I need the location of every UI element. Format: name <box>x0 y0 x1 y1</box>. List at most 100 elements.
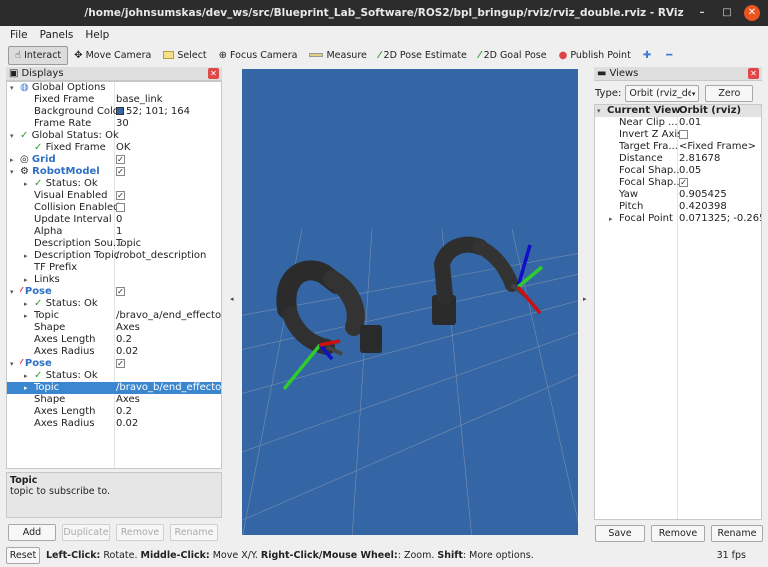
views-row-yaw[interactable]: Yaw 0.905425 <box>595 189 761 201</box>
pose-b-shape-value[interactable]: Axes <box>116 394 221 406</box>
tree-row-grid[interactable]: ▸ ◎ Grid ✓ <box>7 154 221 166</box>
pose-b-axes-radius-value[interactable]: 0.02 <box>116 418 221 430</box>
expand-arrow-icon[interactable]: ▸ <box>10 154 14 166</box>
description-source-value[interactable]: Topic <box>116 238 221 250</box>
frame-rate-value[interactable]: 30 <box>116 118 221 130</box>
pitch-value[interactable]: 0.420398 <box>679 201 761 213</box>
collapse-arrow-icon[interactable]: ▾ <box>10 358 14 370</box>
views-row-pitch[interactable]: Pitch 0.420398 <box>595 201 761 213</box>
collapse-arrow-icon[interactable]: ▾ <box>10 82 14 94</box>
pose-b-axes-length-value[interactable]: 0.2 <box>116 406 221 418</box>
tree-row-pose-a-shape[interactable]: Shape Axes <box>7 322 221 334</box>
views-row-focal-shape-fixed[interactable]: Focal Shap... ✓ <box>595 177 761 189</box>
target-frame-value[interactable]: <Fixed Frame> <box>679 141 761 153</box>
tree-row-pose-b-shape[interactable]: Shape Axes <box>7 394 221 406</box>
expand-arrow-icon[interactable]: ▸ <box>24 310 28 322</box>
tree-row-pose-a-topic[interactable]: ▸ Topic/bravo_a/end_effecto... <box>7 310 221 322</box>
expand-arrow-icon[interactable]: ▸ <box>24 250 28 262</box>
collapse-arrow-icon[interactable]: ▾ <box>10 166 14 178</box>
pose-a-checkbox[interactable]: ✓ <box>116 286 125 296</box>
tree-row-pose-a[interactable]: ▾ ⁄ Pose ✓ <box>7 286 221 298</box>
remove-tool-button[interactable]: ━ <box>660 46 681 65</box>
tree-row-collision-enabled[interactable]: Collision Enabled <box>7 202 221 214</box>
tree-row-pose-b-topic[interactable]: ▸ Topic/bravo_b/end_effecto... <box>7 382 221 394</box>
tree-row-global-status[interactable]: ▾ ✓ Global Status: Ok <box>7 130 221 142</box>
tree-row-links[interactable]: ▸ Links <box>7 274 221 286</box>
update-interval-value[interactable]: 0 <box>116 214 221 226</box>
tree-row-frame-rate[interactable]: Frame Rate 30 <box>7 118 221 130</box>
tree-row-visual-enabled[interactable]: Visual Enabled ✓ <box>7 190 221 202</box>
tree-row-background-color[interactable]: Background Color 52; 101; 164 <box>7 106 221 118</box>
focus-camera-tool[interactable]: ⊕ Focus Camera <box>213 46 304 65</box>
tree-row-pose-b[interactable]: ▾ ⁄ Pose ✓ <box>7 358 221 370</box>
zero-button[interactable]: Zero <box>705 85 754 102</box>
save-view-button[interactable]: Save <box>595 525 645 542</box>
focal-point-value[interactable]: 0.071325; -0.265... <box>679 213 761 225</box>
pose-estimate-tool[interactable]: ⁄ 2D Pose Estimate <box>373 46 473 65</box>
pose-a-axes-length-value[interactable]: 0.2 <box>116 334 221 346</box>
maximize-button[interactable]: □ <box>719 5 735 21</box>
expand-arrow-icon[interactable]: ▸ <box>609 213 613 225</box>
close-button[interactable]: ✕ <box>744 5 760 21</box>
measure-tool[interactable]: Measure <box>303 46 372 65</box>
collapse-arrow-icon[interactable]: ▾ <box>597 105 601 117</box>
views-row-target-frame[interactable]: Target Fra... <Fixed Frame> <box>595 141 761 153</box>
reset-button[interactable]: Reset <box>6 546 40 564</box>
rename-display-button[interactable]: Rename <box>170 524 218 541</box>
interact-tool[interactable]: ☝ Interact <box>8 45 69 65</box>
tree-row-pose-a-status[interactable]: ▸ ✓ Status: Ok <box>7 298 221 310</box>
collapse-arrow-icon[interactable]: ▾ <box>10 130 14 142</box>
menu-help[interactable]: Help <box>85 29 109 41</box>
pose-b-topic-value[interactable]: /bravo_b/end_effecto... <box>116 382 221 394</box>
views-row-invert-z[interactable]: Invert Z Axis <box>595 129 761 141</box>
views-close-icon[interactable]: ✕ <box>748 68 759 79</box>
tree-row-tf-prefix[interactable]: TF Prefix <box>7 262 221 274</box>
displays-close-icon[interactable]: ✕ <box>208 68 219 79</box>
menu-file[interactable]: File <box>10 29 28 41</box>
menu-panels[interactable]: Panels <box>40 29 74 41</box>
add-display-button[interactable]: Add <box>8 524 56 541</box>
collision-enabled-checkbox[interactable] <box>116 202 125 212</box>
views-row-near-clip[interactable]: Near Clip ... 0.01 <box>595 117 761 129</box>
rename-view-button[interactable]: Rename <box>711 525 763 542</box>
yaw-value[interactable]: 0.905425 <box>679 189 761 201</box>
background-color-value[interactable]: 52; 101; 164 <box>116 106 221 118</box>
focal-shape-fixed-checkbox[interactable]: ✓ <box>679 177 688 187</box>
tree-row-fixed-frame-status[interactable]: ✓ Fixed Frame OK <box>7 142 221 154</box>
expand-arrow-icon[interactable]: ▸ <box>24 382 28 394</box>
views-row-distance[interactable]: Distance 2.81678 <box>595 153 761 165</box>
collapse-left-arrow-icon[interactable]: ◂ <box>230 295 234 303</box>
near-clip-value[interactable]: 0.01 <box>679 117 761 129</box>
tree-row-robot-status[interactable]: ▸ ✓ Status: Ok <box>7 178 221 190</box>
grid-checkbox[interactable]: ✓ <box>116 154 125 164</box>
add-tool-button[interactable]: ✚ <box>637 46 660 65</box>
views-row-focal-shape-size[interactable]: Focal Shap... 0.05 <box>595 165 761 177</box>
render-viewport[interactable] <box>242 69 578 535</box>
tree-row-update-interval[interactable]: Update Interval 0 <box>7 214 221 226</box>
move-camera-tool[interactable]: ✥ Move Camera <box>68 46 157 65</box>
expand-arrow-icon[interactable]: ▸ <box>24 274 28 286</box>
description-topic-value[interactable]: /robot_description <box>116 250 221 262</box>
tree-row-pose-b-axes-length[interactable]: Axes Length 0.2 <box>7 406 221 418</box>
collapse-right-arrow-icon[interactable]: ▸ <box>583 295 587 303</box>
invert-z-checkbox[interactable] <box>679 129 688 139</box>
visual-enabled-checkbox[interactable]: ✓ <box>116 190 125 200</box>
tree-row-alpha[interactable]: Alpha 1 <box>7 226 221 238</box>
views-row-focal-point[interactable]: ▸ Focal Point 0.071325; -0.265... <box>595 213 761 225</box>
views-row-current-view[interactable]: ▾ Current View Orbit (rviz) <box>595 105 761 117</box>
pose-a-shape-value[interactable]: Axes <box>116 322 221 334</box>
pose-a-axes-radius-value[interactable]: 0.02 <box>116 346 221 358</box>
tree-row-global-options[interactable]: ▾ ◍ Global Options <box>7 82 221 94</box>
goal-pose-tool[interactable]: ⁄ 2D Goal Pose <box>473 46 553 65</box>
duplicate-display-button[interactable]: Duplicate <box>62 524 110 541</box>
tree-row-fixed-frame[interactable]: Fixed Frame base_link <box>7 94 221 106</box>
pose-a-topic-value[interactable]: /bravo_a/end_effecto... <box>116 310 221 322</box>
remove-display-button[interactable]: Remove <box>116 524 164 541</box>
collapse-arrow-icon[interactable]: ▾ <box>10 286 14 298</box>
pose-b-checkbox[interactable]: ✓ <box>116 358 125 368</box>
expand-arrow-icon[interactable]: ▸ <box>24 370 28 382</box>
expand-arrow-icon[interactable]: ▸ <box>24 298 28 310</box>
remove-view-button[interactable]: Remove <box>651 525 705 542</box>
tree-row-description-source[interactable]: Description Sou... Topic <box>7 238 221 250</box>
fixed-frame-value[interactable]: base_link <box>116 94 221 106</box>
